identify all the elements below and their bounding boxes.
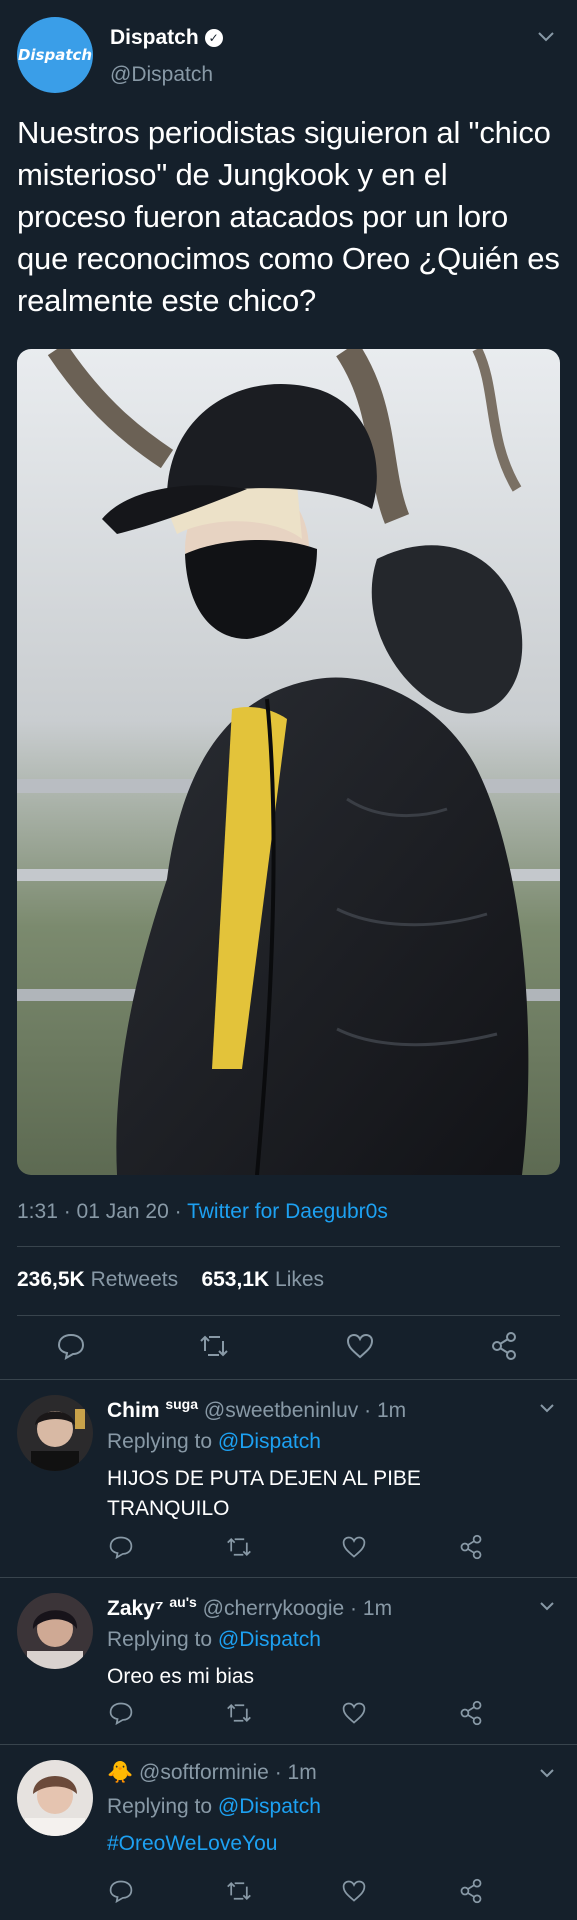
like-icon[interactable]	[345, 1331, 377, 1363]
reply-text: HIJOS DE PUTA DEJEN AL PIBE TRANQUILO	[107, 1467, 421, 1520]
reply-icon[interactable]	[108, 1878, 134, 1904]
like-icon[interactable]	[341, 1534, 367, 1560]
reply-hashtag-link[interactable]: #OreoWeLoveYou	[107, 1829, 547, 1859]
tweet-actions	[0, 1325, 577, 1371]
retweets-stat[interactable]: 236,5K Retweets	[17, 1268, 178, 1291]
reply-avatar[interactable]	[17, 1395, 93, 1471]
share-icon[interactable]	[489, 1331, 521, 1363]
divider	[17, 1315, 560, 1316]
chevron-down-icon[interactable]	[539, 1767, 555, 1779]
tweet-photo[interactable]	[17, 349, 560, 1175]
reply-tweet[interactable]: Chim suga @sweetbeninluv · 1m Replying t…	[0, 1380, 577, 1576]
reply-icon[interactable]	[108, 1700, 134, 1726]
retweet-icon[interactable]	[198, 1331, 230, 1363]
reply-tweet[interactable]: 🐥 @softforminie · 1m Replying to @Dispat…	[0, 1745, 577, 1920]
reply-header: Chim suga @sweetbeninluv · 1m	[107, 1396, 407, 1422]
reply-tweet[interactable]: Zaky⁷ au's @cherrykoogie · 1m Replying t…	[0, 1578, 577, 1743]
likes-stat[interactable]: 653,1K Likes	[201, 1268, 324, 1291]
reply-author-name[interactable]: Chim suga	[107, 1396, 198, 1422]
reply-text: Oreo es mi bias	[107, 1665, 255, 1688]
share-icon[interactable]	[458, 1534, 484, 1560]
reply-author-handle[interactable]: @sweetbeninluv	[204, 1399, 358, 1422]
reply-icon[interactable]	[108, 1534, 134, 1560]
retweet-icon[interactable]	[225, 1700, 251, 1726]
reply-header: 🐥 @softforminie · 1m	[107, 1761, 317, 1784]
reply-header: Zaky⁷ au's @cherrykoogie · 1m	[107, 1594, 393, 1620]
reply-time: 1m	[287, 1761, 317, 1784]
reply-actions	[0, 1878, 577, 1908]
avatar-logo-text: Dispatch	[17, 46, 93, 64]
tweet-date: 01 Jan 20	[76, 1200, 169, 1223]
reply-author-name[interactable]: Zaky⁷ au's	[107, 1594, 197, 1620]
like-icon[interactable]	[341, 1700, 367, 1726]
reply-context: Replying to @Dispatch	[107, 1430, 321, 1453]
chevron-down-icon[interactable]	[537, 30, 555, 44]
reply-time: 1m	[376, 1399, 407, 1422]
tweet-header: Dispatch Dispatch ✓ @Dispatch	[0, 0, 577, 110]
reply-mention-link[interactable]: @Dispatch	[218, 1795, 321, 1818]
share-icon[interactable]	[458, 1700, 484, 1726]
reply-context: Replying to @Dispatch	[107, 1795, 321, 1818]
share-icon[interactable]	[458, 1878, 484, 1904]
reply-time: 1m	[362, 1597, 393, 1620]
divider	[17, 1246, 560, 1247]
reply-avatar[interactable]	[17, 1593, 93, 1669]
chevron-down-icon[interactable]	[539, 1600, 555, 1612]
retweet-icon[interactable]	[225, 1878, 251, 1904]
reply-actions	[0, 1534, 577, 1564]
reply-icon[interactable]	[56, 1331, 88, 1363]
tweet-time: 1:31	[17, 1200, 58, 1223]
tweet-source-link[interactable]: Twitter for Daegubr0s	[187, 1200, 388, 1223]
author-name[interactable]: Dispatch ✓	[110, 26, 223, 50]
verified-badge-icon: ✓	[204, 29, 223, 47]
reply-context: Replying to @Dispatch	[107, 1628, 321, 1651]
reply-actions	[0, 1700, 577, 1730]
tweet-text: Nuestros periodistas siguieron al "chico…	[17, 115, 560, 318]
tweet-stats: 236,5K Retweets 653,1K Likes	[17, 1268, 324, 1292]
reply-author-handle[interactable]: @softforminie	[139, 1761, 269, 1784]
like-icon[interactable]	[341, 1878, 367, 1904]
reply-author-handle[interactable]: @cherrykoogie	[203, 1597, 345, 1620]
author-avatar[interactable]: Dispatch	[17, 17, 93, 93]
tweet-meta: 1:31 · 01 Jan 20 · Twitter for Daegubr0s	[17, 1200, 388, 1223]
retweet-icon[interactable]	[225, 1534, 251, 1560]
author-handle[interactable]: @Dispatch	[110, 63, 213, 87]
reply-author-name[interactable]: 🐥	[107, 1761, 133, 1784]
reply-mention-link[interactable]: @Dispatch	[218, 1628, 321, 1651]
reply-avatar[interactable]	[17, 1760, 93, 1836]
chevron-down-icon[interactable]	[539, 1402, 555, 1414]
reply-mention-link[interactable]: @Dispatch	[218, 1430, 321, 1453]
